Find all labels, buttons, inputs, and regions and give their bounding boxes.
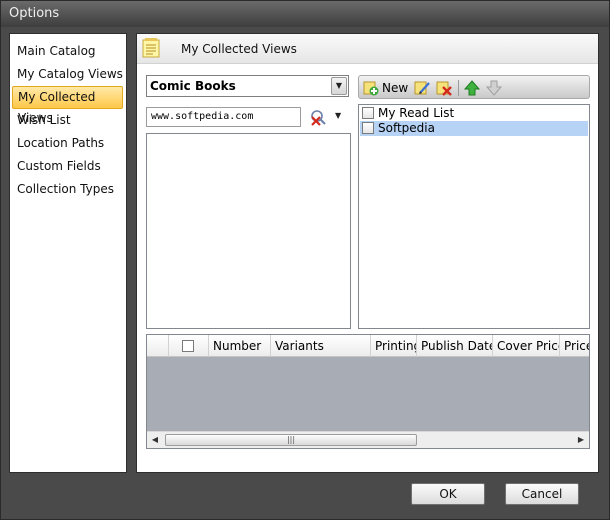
nav-item-custom-fields[interactable]: Custom Fields: [12, 155, 123, 178]
views-toolbar: New: [358, 75, 590, 99]
new-button-label: New: [382, 81, 409, 95]
search-input[interactable]: www.softpedia.com: [146, 107, 301, 127]
edit-pencil-icon[interactable]: [413, 79, 431, 97]
grid-header-indicator: [147, 335, 169, 357]
chevron-down-icon[interactable]: ▼: [331, 77, 347, 95]
scroll-left-icon[interactable]: ◀: [147, 432, 163, 448]
new-view-button[interactable]: New: [363, 79, 409, 97]
scrollbar-thumb[interactable]: |||: [165, 434, 417, 446]
collection-type-select[interactable]: Comic Books ▼: [146, 75, 349, 97]
column-header-number[interactable]: Number: [209, 335, 271, 357]
ok-button[interactable]: OK: [411, 483, 485, 505]
toolbar-separator: [458, 80, 459, 96]
options-nav: Main Catalog My Catalog Views My Collect…: [9, 33, 127, 473]
nav-item-collection-types[interactable]: Collection Types: [12, 178, 123, 201]
title-bar[interactable]: Options: [1, 1, 609, 27]
move-down-arrow-icon[interactable]: [485, 79, 503, 97]
delete-icon[interactable]: [435, 79, 453, 97]
column-header-printing[interactable]: Printing: [371, 335, 417, 357]
list-item-checkbox[interactable]: [362, 107, 374, 119]
column-header-cover-price[interactable]: Cover Price: [493, 335, 560, 357]
horizontal-scrollbar[interactable]: ◀ ||| ▶: [147, 431, 589, 448]
panel-header: My Collected Views: [137, 34, 598, 64]
nav-item-location-paths[interactable]: Location Paths: [12, 132, 123, 155]
items-grid[interactable]: Number Variants Printing Publish Date Co…: [146, 334, 590, 449]
clear-search-icon[interactable]: [309, 108, 327, 126]
select-all-checkbox[interactable]: [182, 340, 194, 352]
items-list[interactable]: [146, 133, 351, 329]
scroll-right-icon[interactable]: ▶: [573, 432, 589, 448]
move-up-arrow-icon[interactable]: [463, 79, 481, 97]
panel-title: My Collected Views: [181, 42, 297, 56]
views-list[interactable]: My Read List Softpedia: [358, 104, 590, 329]
nav-item-wish-list[interactable]: Wish List: [12, 109, 123, 132]
list-item[interactable]: Softpedia: [360, 121, 588, 136]
nav-item-my-collected-views[interactable]: My Collected Views: [12, 86, 123, 125]
grid-header-select-all[interactable]: [169, 335, 209, 357]
column-header-publish-date[interactable]: Publish Date: [417, 335, 493, 357]
list-item-label: My Read List: [378, 106, 455, 120]
column-header-price[interactable]: Price: [560, 335, 589, 357]
cancel-button[interactable]: Cancel: [505, 483, 579, 505]
notepad-icon: [142, 38, 160, 58]
search-options-chevron-icon[interactable]: ▼: [335, 111, 341, 120]
window-title: Options: [9, 6, 60, 21]
list-item-label: Softpedia: [378, 121, 435, 135]
list-item-checkbox[interactable]: [362, 122, 374, 134]
list-item[interactable]: My Read List: [360, 106, 588, 121]
grid-header: Number Variants Printing Publish Date Co…: [147, 335, 589, 357]
collection-type-value: Comic Books: [150, 79, 236, 93]
nav-item-my-catalog-views[interactable]: My Catalog Views: [12, 63, 123, 86]
settings-panel: My Collected Views Comic Books ▼ www.sof…: [136, 33, 599, 473]
options-window: Options Main Catalog My Catalog Views My…: [0, 0, 610, 520]
column-header-variants[interactable]: Variants: [271, 335, 371, 357]
dialog-client: Main Catalog My Catalog Views My Collect…: [1, 27, 609, 519]
new-add-icon: [363, 81, 379, 96]
nav-item-main-catalog[interactable]: Main Catalog: [12, 40, 123, 63]
